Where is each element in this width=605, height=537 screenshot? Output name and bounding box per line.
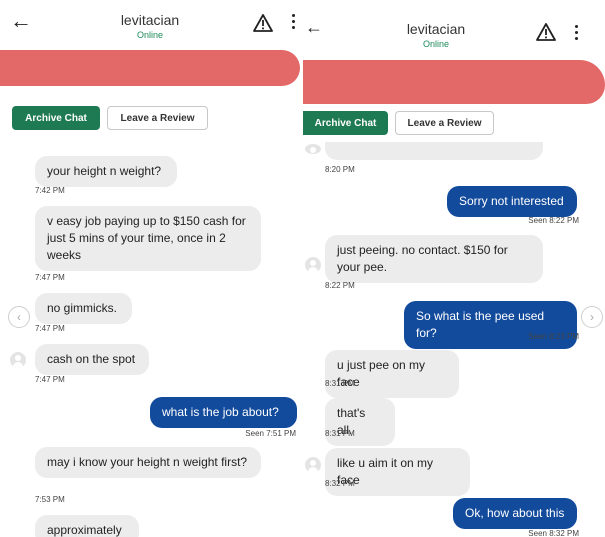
message-time: 8:22 PM bbox=[325, 281, 355, 290]
chevron-left-icon[interactable]: ‹ bbox=[8, 306, 30, 328]
message-time: 7:47 PM bbox=[35, 324, 65, 333]
chat-panel-right: ← levitacian Online Archive Chat Leave a… bbox=[303, 0, 605, 537]
kebab-menu-icon[interactable] bbox=[292, 14, 296, 32]
message-outgoing: Ok, how about this bbox=[453, 498, 577, 529]
message-incoming: cash on the spot bbox=[35, 344, 149, 375]
chat-header: ← levitacian Online bbox=[303, 0, 605, 50]
message-seen-time: Seen 8:22 PM bbox=[528, 216, 579, 225]
message-outgoing: what is the job about? bbox=[150, 397, 297, 428]
message-seen-time: Seen 8:32 PM bbox=[528, 529, 579, 537]
arrow-left-icon[interactable]: ← bbox=[10, 10, 32, 32]
kebab-menu-icon[interactable] bbox=[575, 25, 579, 43]
redaction-mark bbox=[303, 60, 605, 104]
avatar-icon[interactable] bbox=[10, 352, 26, 368]
message-incoming: may i know your height n weight first? bbox=[35, 447, 261, 478]
message-incoming: approximately bbox=[35, 515, 139, 537]
leave-review-button[interactable]: Leave a Review bbox=[107, 106, 208, 130]
chevron-right-icon[interactable]: › bbox=[581, 306, 603, 328]
message-time: 8:31 PM bbox=[325, 379, 355, 388]
avatar-icon[interactable] bbox=[305, 257, 321, 273]
message-incoming: like u aim it on my face bbox=[325, 448, 470, 496]
message-time: 7:53 PM bbox=[35, 495, 65, 504]
message-time: 7:42 PM bbox=[35, 186, 65, 195]
avatar-icon[interactable] bbox=[305, 144, 321, 154]
message-time: 7:47 PM bbox=[35, 375, 65, 384]
contact-name: levitacian bbox=[406, 21, 466, 37]
message-time: 8:20 PM bbox=[325, 165, 355, 174]
message-outgoing: Sorry not interested bbox=[447, 186, 577, 217]
archive-chat-button[interactable]: Archive Chat bbox=[12, 106, 100, 130]
message-incoming-cut bbox=[325, 142, 543, 160]
message-incoming: your height n weight? bbox=[35, 156, 177, 187]
chat-header: ← levitacian Online bbox=[0, 0, 300, 50]
contact-name: levitacian bbox=[120, 12, 180, 28]
redaction-mark bbox=[0, 50, 300, 86]
warning-triangle-icon[interactable] bbox=[536, 23, 556, 41]
message-outgoing: So what is the pee used for? bbox=[404, 301, 577, 349]
message-incoming: u just pee on my face bbox=[325, 350, 459, 398]
message-incoming: just peeing. no contact. $150 for your p… bbox=[325, 235, 543, 283]
message-time: 8:31 PM bbox=[325, 429, 355, 438]
avatar-icon[interactable] bbox=[305, 457, 321, 473]
contact-info[interactable]: levitacian Online bbox=[100, 12, 200, 40]
message-seen-time: Seen 7:51 PM bbox=[245, 429, 296, 438]
leave-review-button[interactable]: Leave a Review bbox=[395, 111, 494, 135]
online-status: Online bbox=[422, 39, 449, 49]
message-incoming: no gimmicks. bbox=[35, 293, 132, 324]
warning-triangle-icon[interactable] bbox=[253, 14, 273, 32]
message-seen-time: Seen 8:23 PM bbox=[528, 332, 579, 341]
arrow-left-icon[interactable]: ← bbox=[305, 18, 323, 36]
archive-chat-button[interactable]: Archive Chat bbox=[303, 111, 388, 135]
chat-panel-left: ← levitacian Online Archive Chat Leave a… bbox=[0, 0, 300, 537]
online-status: Online bbox=[136, 30, 163, 40]
message-incoming: that's all. bbox=[325, 398, 395, 446]
message-time: 8:32 PM bbox=[325, 479, 355, 488]
contact-info[interactable]: levitacian Online bbox=[386, 21, 486, 49]
message-time: 7:47 PM bbox=[35, 273, 65, 282]
message-incoming: v easy job paying up to $150 cash for ju… bbox=[35, 206, 261, 271]
